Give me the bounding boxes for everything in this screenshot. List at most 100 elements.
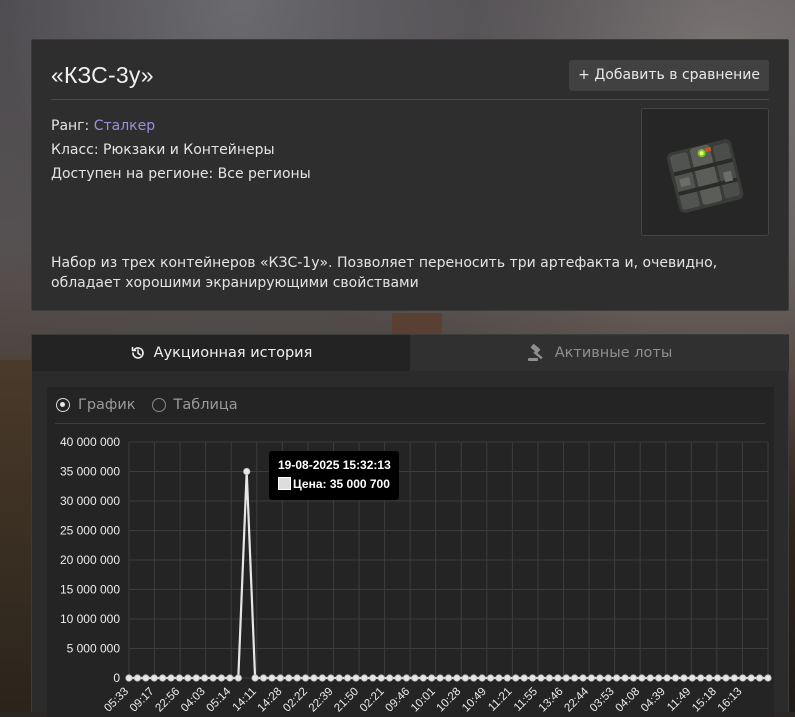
- auction-panel: Аукционная история Активные лоты График …: [31, 334, 789, 717]
- data-point: [386, 674, 394, 682]
- y-tick-label: 40 000 000: [60, 435, 120, 449]
- data-point: [411, 674, 419, 682]
- price-line: [129, 471, 768, 680]
- data-point: [713, 674, 722, 682]
- x-tick-label: 09:17: [128, 686, 157, 715]
- data-point: [301, 674, 310, 682]
- y-tick-label: 15 000 000: [60, 583, 120, 597]
- region-row: Доступен на регионе: Все регионы: [51, 166, 311, 182]
- data-point: [125, 674, 133, 682]
- y-tick-label: 0: [113, 671, 120, 685]
- x-tick-label: 10:49: [460, 686, 489, 715]
- data-point: [722, 674, 730, 682]
- data-point: [369, 674, 377, 682]
- y-tick-label: 30 000 000: [60, 494, 120, 508]
- data-point: [159, 674, 167, 682]
- data-point: [344, 674, 352, 682]
- tab-active-lots-label: Активные лоты: [554, 345, 673, 361]
- chart-container: График Таблица 05 000 000 10 000 000 15 00…: [47, 387, 774, 717]
- data-point: [579, 674, 587, 682]
- data-point: [613, 674, 621, 682]
- data-point: [360, 674, 369, 682]
- data-point: [554, 674, 562, 682]
- data-point: [587, 674, 596, 682]
- x-tick-label: 15:18: [690, 686, 719, 715]
- x-tick-label: 04:08: [613, 686, 642, 715]
- data-point: [680, 674, 688, 682]
- data-point: [747, 674, 755, 682]
- x-tick-label: 11:21: [486, 686, 514, 714]
- x-tick-label: 02:22: [281, 686, 310, 715]
- data-point: [688, 674, 696, 682]
- data-point: [184, 674, 192, 682]
- x-tick-label: 22:39: [307, 686, 336, 715]
- item-description: Набор из трех контейнеров «КЗС-1у». Позв…: [51, 255, 718, 291]
- add-to-compare-button[interactable]: + Добавить в сравнение: [569, 60, 769, 91]
- data-point: [444, 674, 453, 682]
- data-point: [192, 674, 200, 682]
- y-tick-label: 10 000 000: [60, 612, 120, 626]
- x-tick-label: 21:50: [332, 686, 361, 715]
- rank-label: Ранг:: [51, 118, 90, 134]
- data-point: [621, 674, 629, 682]
- data-point: [251, 674, 259, 682]
- data-point: [209, 674, 217, 682]
- x-tick-label: 22:56: [153, 686, 182, 715]
- y-tick-label: 20 000 000: [60, 553, 120, 567]
- data-point: [268, 674, 276, 682]
- tab-auction-history[interactable]: Аукционная история: [32, 335, 410, 371]
- history-icon: [131, 346, 144, 359]
- data-point: [142, 674, 150, 682]
- x-tick-label: 09:46: [383, 686, 412, 715]
- item-card: «КЗС-3у» + Добавить в сравнение Ранг: Ст…: [31, 39, 789, 311]
- data-point: [293, 674, 301, 682]
- tooltip-price: Цена: 35 000 700: [293, 477, 390, 491]
- data-point: [436, 674, 444, 682]
- data-point: [318, 674, 326, 682]
- data-point: [419, 674, 427, 682]
- data-point: [201, 674, 209, 682]
- data-point: [310, 674, 318, 682]
- x-tick-label: 10:01: [409, 686, 438, 715]
- data-point: [545, 674, 553, 682]
- data-point: [327, 674, 335, 682]
- data-point: [739, 674, 747, 682]
- data-point: [537, 674, 545, 682]
- x-tick-label: 22:44: [562, 685, 591, 714]
- data-point: [520, 674, 528, 682]
- y-tick-label: 35 000 000: [60, 465, 120, 479]
- data-point: [335, 674, 343, 682]
- data-point: [285, 674, 293, 682]
- data-point: [461, 674, 469, 682]
- chart-tooltip: 19-08-2025 15:32:13 Цена: 35 000 700: [269, 451, 399, 500]
- data-point: [764, 674, 772, 682]
- data-point: [663, 674, 671, 682]
- price-history-chart[interactable]: 0 5 000 000 10 000 000 15 000 000 20 000 000…: [47, 387, 774, 717]
- data-point: [755, 674, 764, 682]
- data-point: [697, 674, 705, 682]
- data-point: [655, 674, 663, 682]
- x-tick-label: 11:55: [512, 686, 540, 714]
- data-point: [428, 674, 436, 682]
- item-title: «КЗС-3у»: [51, 62, 154, 88]
- x-tick-label: 13:46: [537, 686, 566, 715]
- y-tick-label: 5 000 000: [67, 642, 121, 656]
- data-point: [705, 674, 713, 682]
- data-point: [596, 674, 604, 682]
- x-tick-label: 14:28: [256, 686, 285, 715]
- title-divider: [51, 99, 769, 100]
- data-point: [646, 674, 654, 682]
- class-row: Класс: Рюкзаки и Контейнеры: [51, 142, 275, 158]
- x-tick-label: 10:28: [435, 686, 464, 715]
- gavel-icon: [527, 344, 543, 361]
- data-point: [571, 674, 579, 682]
- x-tick-label: 02:21: [358, 686, 387, 715]
- highlighted-point: [243, 467, 251, 476]
- data-point: [604, 674, 612, 682]
- data-point: [671, 674, 680, 682]
- backpack-image: [666, 139, 744, 213]
- x-tick-label: 05:33: [102, 686, 131, 715]
- data-point: [486, 674, 495, 682]
- data-point: [638, 674, 646, 682]
- tab-active-lots[interactable]: Активные лоты: [410, 335, 789, 371]
